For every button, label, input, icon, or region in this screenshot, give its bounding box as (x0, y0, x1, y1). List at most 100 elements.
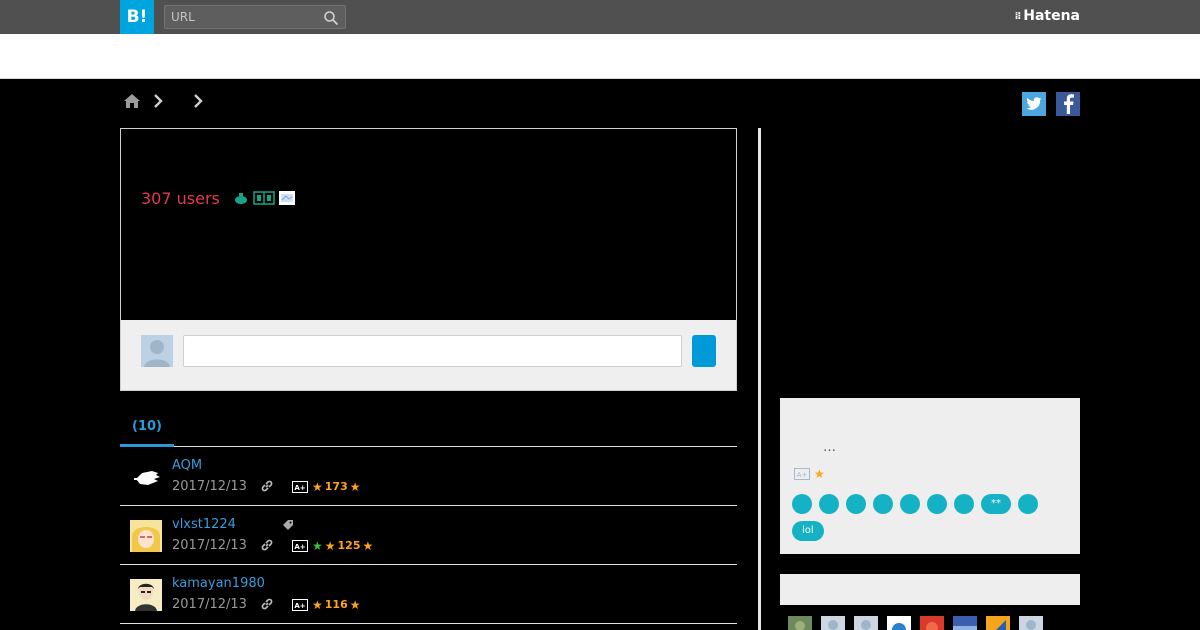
hatena-brand-text: Hatena (1023, 8, 1080, 24)
tab-popular-comments[interactable]: (10) (120, 410, 174, 447)
bookmark-username[interactable]: kamayan1980 (172, 576, 265, 591)
avatar[interactable] (920, 616, 944, 630)
entry-meta-icons (233, 191, 295, 205)
top-bar: B! ⁞⁝ Hatena (0, 0, 1200, 34)
bookmark-list: AQM 2017/12/13 A+ ★ 173 ★ vlxst1224 2017… (120, 447, 737, 624)
twitter-icon (1026, 97, 1042, 110)
chevron-right-icon (194, 94, 203, 108)
avatar-image (821, 616, 845, 630)
star-list: A+ ★ 173 ★ (292, 480, 361, 493)
avatar[interactable] (986, 616, 1010, 630)
avatar[interactable] (130, 520, 162, 552)
avatar-image (130, 461, 162, 493)
avatar-image (887, 616, 911, 630)
avatar-image (986, 616, 1010, 630)
facebook-icon (1064, 94, 1074, 114)
avatar-image (788, 616, 812, 630)
add-star-icon[interactable]: A+ (794, 468, 810, 480)
tag-pill[interactable] (900, 494, 920, 514)
tag-icon (283, 520, 293, 530)
link-icon[interactable] (260, 479, 274, 493)
users-count-link[interactable]: 307 users (141, 189, 220, 208)
column-divider (758, 128, 761, 630)
list-item: vlxst1224 2017/12/13 A+ ★ ★ 125 ★ (120, 506, 737, 565)
hatena-mark-icon: ⁞⁝ (1014, 10, 1022, 22)
avatar[interactable] (1019, 616, 1043, 630)
avatar[interactable] (788, 616, 812, 630)
bookmark-username[interactable]: vlxst1224 (172, 517, 236, 532)
list-item: kamayan1980 2017/12/13 A+ ★ 116 ★ (120, 565, 737, 624)
tag-pill[interactable] (1018, 494, 1038, 514)
link-icon[interactable] (260, 597, 274, 611)
comment-input[interactable] (183, 335, 682, 367)
add-star-icon[interactable]: A+ (292, 598, 308, 611)
sidebar-ellipsis: … (823, 440, 836, 455)
svg-text:A+: A+ (797, 471, 808, 479)
avatar[interactable] (953, 616, 977, 630)
star-count[interactable]: 125 (338, 539, 361, 552)
url-search-input[interactable] (171, 8, 311, 26)
person-icon (144, 340, 170, 367)
avatar[interactable] (854, 616, 878, 630)
svg-text:A+: A+ (294, 602, 305, 610)
sidebar-related-box: … A+ ★ ** lol (780, 398, 1080, 554)
star-count[interactable]: 173 (325, 480, 348, 493)
facebook-share-button[interactable] (1056, 92, 1080, 116)
entry-summary-box: 307 users (120, 128, 737, 391)
tag-pill[interactable]: ** (981, 494, 1011, 514)
bookmark-username[interactable]: AQM (172, 458, 202, 473)
star-icon[interactable]: ★ (312, 599, 323, 611)
url-search-box[interactable] (164, 5, 346, 29)
list-item: AQM 2017/12/13 A+ ★ 173 ★ (120, 447, 737, 506)
avatar-image (920, 616, 944, 630)
svg-text:A+: A+ (294, 543, 305, 551)
star-count[interactable]: 116 (325, 598, 348, 611)
star-list: A+ ★ 116 ★ (292, 598, 361, 611)
add-star-icon[interactable]: A+ (292, 539, 308, 552)
tag-pill[interactable] (927, 494, 947, 514)
star-icon[interactable]: ★ (312, 481, 323, 493)
star-icon[interactable]: ★ (363, 540, 374, 552)
chevron-right-icon (154, 94, 163, 108)
social-share (1022, 92, 1080, 116)
hatena-bookmark-logo[interactable]: B! (120, 0, 154, 34)
star-icon[interactable]: ★ (350, 481, 361, 493)
avatar[interactable] (130, 461, 162, 493)
avatar-image (1019, 616, 1043, 630)
star-icon[interactable]: ★ (325, 540, 336, 552)
sidebar-avatar-strip (788, 616, 1043, 630)
book-icon (253, 191, 275, 205)
tag-pill[interactable] (819, 494, 839, 514)
avatar-image (130, 579, 162, 611)
breadcrumb (123, 92, 207, 110)
home-icon[interactable] (123, 92, 141, 110)
green-star-icon[interactable]: ★ (312, 540, 323, 552)
entry-image-icon (279, 191, 295, 205)
bookmark-date[interactable]: 2017/12/13 (172, 538, 247, 553)
bookmark-date[interactable]: 2017/12/13 (172, 479, 247, 494)
comment-tabs: (10) (120, 410, 737, 447)
add-star-icon[interactable]: A+ (292, 480, 308, 493)
sidebar-section-header (780, 574, 1080, 605)
avatar[interactable] (887, 616, 911, 630)
bookmark-date[interactable]: 2017/12/13 (172, 597, 247, 612)
hatena-brand-link[interactable]: ⁞⁝ Hatena (1015, 8, 1080, 24)
avatar[interactable] (130, 579, 162, 611)
teapot-icon (235, 193, 247, 204)
star-icon[interactable]: ★ (814, 468, 825, 480)
tag-pill[interactable]: lol (792, 521, 824, 541)
avatar[interactable] (821, 616, 845, 630)
tag-pill[interactable] (873, 494, 893, 514)
sidebar-star-list: A+ ★ (794, 468, 825, 480)
search-icon[interactable] (323, 10, 339, 26)
tag-pill[interactable] (846, 494, 866, 514)
sub-header-band (0, 34, 1200, 79)
link-icon[interactable] (260, 538, 274, 552)
user-avatar-placeholder (141, 335, 173, 367)
star-icon[interactable]: ★ (350, 599, 361, 611)
tag-pill[interactable] (792, 494, 812, 514)
add-bookmark-button[interactable] (692, 335, 716, 367)
star-list: A+ ★ ★ 125 ★ (292, 539, 373, 552)
twitter-share-button[interactable] (1022, 92, 1046, 116)
tag-pill[interactable] (954, 494, 974, 514)
